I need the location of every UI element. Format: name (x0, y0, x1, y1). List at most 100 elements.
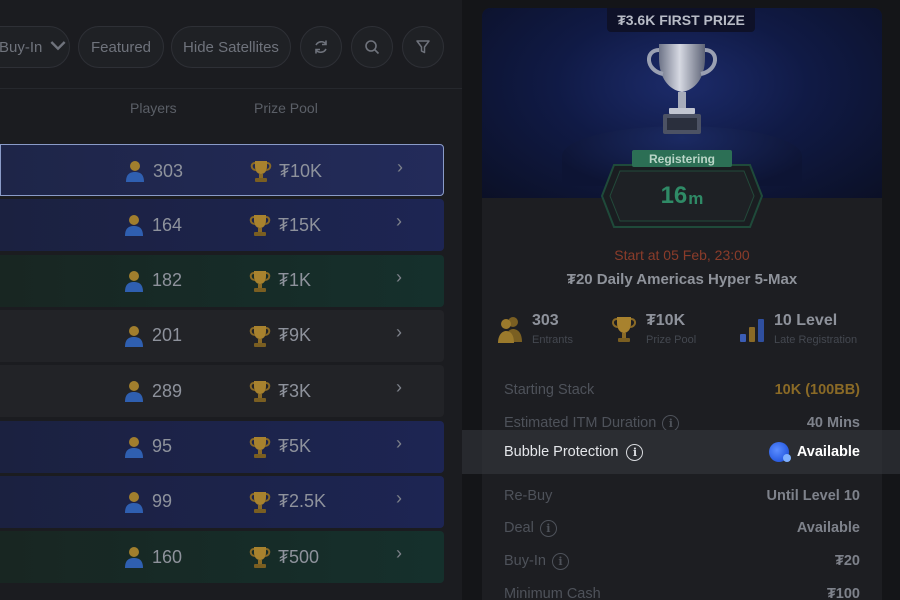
buyin-filter-button[interactable]: Buy-In (0, 26, 70, 68)
chevron-down-icon (50, 38, 66, 57)
timer-unit: m (688, 188, 704, 208)
person-icon (125, 491, 143, 513)
minimum-cash-key: Minimum Cash (504, 586, 601, 600)
late-registration-stat: 10 Level Late Registration (738, 310, 878, 354)
chevron-right-icon[interactable]: › (397, 157, 403, 178)
person-icon (125, 381, 143, 403)
itm-duration-key-text: Estimated ITM Duration (504, 415, 657, 431)
buyin-key: Buy-In i (504, 552, 569, 570)
players-count: 289 (152, 380, 183, 401)
chevron-right-icon[interactable]: › (396, 322, 402, 343)
prize-cell: ₮2.5K (248, 490, 326, 514)
trophy-icon (249, 491, 271, 513)
info-icon[interactable]: i (551, 552, 569, 570)
tournament-row[interactable]: 164 ₮15K › (0, 199, 444, 252)
prize-value: ₮3K (278, 380, 312, 401)
tournament-row[interactable]: 99 ₮2.5K › (0, 475, 444, 528)
starting-stack-key: Starting Stack (504, 382, 595, 398)
bubble-protection-key: Bubble Protection i (504, 443, 644, 461)
tournament-stats: 303 Entrants ₮10K Prize Pool 10 Level La… (482, 310, 882, 354)
search-button[interactable] (351, 26, 393, 68)
buyin-row: Buy-In i ₮20 (482, 545, 882, 577)
chevron-right-icon[interactable]: › (396, 543, 402, 564)
players-cell: 164 (124, 213, 182, 237)
person-icon (125, 215, 143, 237)
prize-cell: ₮3K (248, 379, 311, 403)
refresh-icon (315, 40, 327, 54)
prize-cell: ₮9K (248, 324, 311, 348)
buyin-filter-label: Buy-In (0, 38, 43, 56)
tournament-row[interactable]: 182 ₮1K › (0, 254, 444, 307)
prize-value: ₮500 (278, 546, 320, 567)
players-count: 95 (152, 436, 173, 456)
itm-duration-value: 40 Mins (806, 415, 860, 431)
hide-satellites-button[interactable]: Hide Satellites (171, 26, 291, 68)
info-icon[interactable]: i (626, 443, 644, 461)
entrants-stat: 303 Entrants (496, 310, 596, 354)
minimum-cash-row: Minimum Cash ₮100 (482, 578, 882, 600)
prize-value: ₮2.5K (278, 491, 327, 512)
entrants-label: Entrants (532, 334, 573, 346)
buyin-value: ₮20 (835, 553, 860, 569)
bubble-protection-value-text: Available (796, 444, 860, 460)
chevron-right-icon[interactable]: › (396, 211, 402, 232)
trophy-icon (249, 436, 271, 458)
tournament-row[interactable]: 201 ₮9K › (0, 309, 444, 362)
info-icon[interactable]: i (539, 519, 557, 537)
refresh-button[interactable] (300, 26, 342, 68)
countdown-timer: 16 m (600, 163, 764, 229)
players-column-header: Players (130, 100, 177, 116)
bubble-protection-badge-icon (768, 442, 791, 462)
tournament-row[interactable]: 303 ₮10K › (0, 144, 444, 196)
players-count: 99 (152, 491, 173, 512)
tournament-name: ₮20 Daily Americas Hyper 5-Max (566, 271, 798, 288)
players-count: 303 (153, 160, 184, 181)
deal-key-text: Deal (504, 520, 534, 536)
players-cell: 303 (125, 159, 183, 183)
tournament-row[interactable]: 160 ₮500 › (0, 531, 444, 584)
prize-value: ₮15K (278, 214, 322, 235)
prize-cell: ₮10K (249, 159, 322, 183)
info-icon[interactable]: i (662, 414, 680, 432)
search-icon (365, 40, 380, 55)
chevron-right-icon[interactable]: › (396, 488, 402, 509)
chevron-right-icon[interactable]: › (396, 433, 402, 454)
chevron-right-icon[interactable]: › (396, 377, 402, 398)
buyin-key-text: Buy-In (504, 553, 546, 569)
starting-stack-row: Starting Stack 10K (100BB) (482, 374, 882, 406)
tournament-row[interactable]: 95 ₮5K › (0, 420, 444, 473)
minimum-cash-value: ₮100 (826, 586, 860, 600)
person-icon (125, 547, 143, 569)
late-registration-value: 10 Level (774, 312, 838, 329)
start-time: Start at 05 Feb, 23:00 (614, 247, 750, 263)
deal-row: Deal i Available (482, 512, 882, 544)
players-count: 182 (152, 270, 183, 291)
bubble-protection-key-text: Bubble Protection (504, 444, 619, 460)
level-bars-icon (740, 319, 764, 342)
trophy-icon (250, 161, 272, 182)
featured-filter-button[interactable]: Featured (78, 26, 164, 68)
timer-text: 16 m (600, 163, 764, 229)
toolbar-divider (0, 88, 462, 89)
prize-cell: ₮15K (248, 213, 321, 237)
bubble-protection-value: Available (768, 442, 860, 462)
players-count: 164 (152, 214, 183, 235)
prize-pool-stat: ₮10K Prize Pool (610, 310, 720, 354)
late-registration-label: Late Registration (774, 334, 858, 346)
starting-stack-value: 10K (100BB) (774, 382, 860, 398)
tournament-row[interactable]: 289 ₮3K › (0, 365, 444, 418)
players-cell: 201 (124, 324, 182, 348)
prize-pool-column-header: Prize Pool (254, 100, 318, 116)
trophy-icon (249, 381, 271, 403)
players-cell: 99 (124, 490, 172, 514)
registering-status-badge: Registering (632, 150, 732, 167)
players-cell: 182 (124, 269, 182, 293)
prize-value: ₮10K (279, 160, 323, 181)
person-icon (125, 436, 143, 458)
chevron-right-icon[interactable]: › (396, 267, 402, 288)
prize-value: ₮1K (278, 270, 312, 291)
tournament-list-panel: Buy-In Featured Hide Satellites Players … (0, 0, 462, 600)
prize-pool-value: ₮10K (646, 312, 686, 329)
filter-button[interactable] (402, 26, 444, 68)
prize-cell: ₮1K (248, 269, 311, 293)
